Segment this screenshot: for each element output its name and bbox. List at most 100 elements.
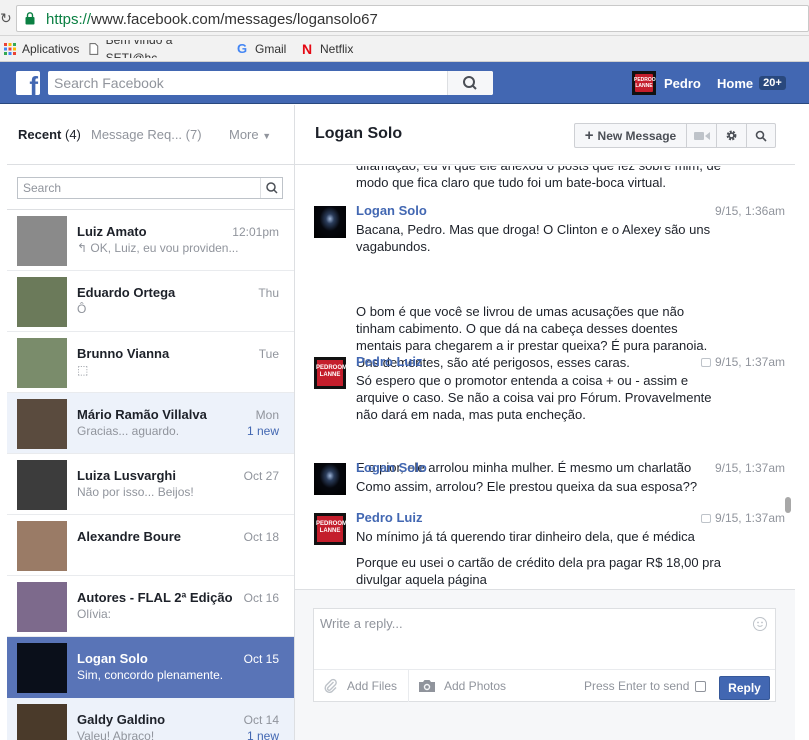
apps-grid-icon <box>4 43 16 55</box>
paperclip-icon <box>324 678 337 693</box>
facebook-search-input[interactable] <box>48 71 448 95</box>
message-sender[interactable]: Pedro Luiz <box>356 354 422 369</box>
conversation-name: Autores - FLAL 2ª Edição <box>77 590 233 605</box>
reply-input[interactable] <box>314 609 754 669</box>
search-thread-button[interactable] <box>747 124 775 147</box>
press-enter-toggle[interactable]: Press Enter to send <box>584 670 707 702</box>
conversation-row[interactable]: Alexandre Boure Oct 18 <box>7 515 294 576</box>
message-text: Como assim, arrolou? Ele prestou queixa … <box>356 479 698 494</box>
bookmark-netflix[interactable]: N Netflix <box>302 40 353 58</box>
new-message-label: New Message <box>597 128 677 143</box>
avatar[interactable] <box>314 206 346 238</box>
facebook-logo-icon[interactable]: f <box>16 71 40 95</box>
add-files-label: Add Files <box>347 679 398 693</box>
bookmark-seti[interactable]: Bem vindo a SETI@hc <box>88 40 224 58</box>
video-call-button[interactable] <box>687 124 717 147</box>
reload-icon[interactable]: ↻ <box>0 10 12 26</box>
user-name: Pedro <box>664 75 701 91</box>
avatar[interactable]: PEDROOM LANNE <box>314 513 347 545</box>
message-time: 9/15, 1:37am <box>700 355 785 369</box>
conversation-snippet: ↰ OK, Luiz, eu vou providen... <box>77 241 239 255</box>
thread-title: Logan Solo <box>315 125 403 142</box>
tab-count: (4) <box>64 127 81 142</box>
scrollbar[interactable] <box>785 497 791 513</box>
avatar <box>632 71 656 95</box>
conversation-row[interactable]: Brunno Vianna Tue ⬚ <box>7 332 294 393</box>
press-enter-checkbox[interactable] <box>695 680 707 692</box>
conversation-row[interactable]: Galdy Galdino Oct 14 Valeu! Abraço! 1 new <box>7 698 294 740</box>
conversation-search-input[interactable] <box>18 178 258 198</box>
conversation-name: Brunno Vianna <box>77 346 170 361</box>
profile-link[interactable]: Pedro <box>632 70 701 96</box>
conversation-date: Oct 16 <box>243 591 279 605</box>
search-icon <box>755 130 767 142</box>
settings-button[interactable] <box>717 124 747 147</box>
tab-label: Recent <box>18 127 62 142</box>
conversation-row[interactable]: Eduardo Ortega Thu Ô <box>7 271 294 332</box>
thread-toolbar: + New Message <box>574 123 776 148</box>
search-button[interactable] <box>260 178 282 198</box>
home-link[interactable]: Home 20+ <box>717 70 786 96</box>
conversation-name: Alexandre Boure <box>77 529 182 544</box>
thread-header: Logan Solo + New Message <box>295 105 795 165</box>
search-icon <box>463 76 477 90</box>
bookmark-label: Bem vindo a SETI@hc <box>105 40 173 58</box>
message-time: 9/15, 1:37am <box>700 511 785 525</box>
conversation-name: Luiz Amato <box>77 224 147 239</box>
bookmark-apps[interactable]: Aplicativos <box>4 40 79 58</box>
conversation-snippet: Sim, concordo plenamente. <box>77 668 224 682</box>
avatar[interactable] <box>314 463 346 495</box>
avatar[interactable]: PEDROOM LANNE <box>314 357 347 389</box>
conversation-row[interactable]: Luiz Amato 12:01pm ↰ OK, Luiz, eu vou prov… <box>7 210 294 271</box>
add-photos-button[interactable]: Add Photos <box>418 670 506 702</box>
message-sender[interactable]: Logan Solo <box>356 460 427 475</box>
page-icon <box>89 43 99 55</box>
message-thread[interactable]: difamação, eu vi que ele anexou o posts … <box>295 166 795 589</box>
add-files-button[interactable]: Add Files <box>323 670 409 702</box>
message-text: difamação, eu vi que ele anexou o posts … <box>356 166 721 190</box>
conversation-row[interactable]: Mário Ramão Villalva Mon Gracias... aguard… <box>7 393 294 454</box>
reply-area: Add Files Add Photos Press Enter to send… <box>295 589 795 740</box>
message-time: 9/15, 1:37am <box>715 461 785 475</box>
message-time-text: 9/15, 1:37am <box>714 511 785 525</box>
message-text: Bacana, Pedro. Mas que droga! O Clinton … <box>356 222 711 254</box>
tab-recent[interactable]: Recent (4) <box>18 127 81 142</box>
add-photos-label: Add Photos <box>444 679 507 693</box>
conversation-date: Oct 27 <box>243 469 279 483</box>
bookmark-label: Gmail <box>255 42 287 56</box>
facebook-search <box>48 71 493 95</box>
avatar <box>17 277 67 327</box>
conversation-row[interactable]: Autores - FLAL 2ª Edição Oct 16 Olívia: <box>7 576 294 637</box>
reply-toolbar: Add Files Add Photos Press Enter to send… <box>314 669 775 702</box>
search-button[interactable] <box>447 71 493 95</box>
message-sender[interactable]: Pedro Luiz <box>356 510 422 525</box>
conversation-row[interactable]: Logan Solo Oct 15 Sim, concordo plenamente… <box>7 637 294 698</box>
conversation-name: Mário Ramão Villalva <box>77 407 207 422</box>
new-count: 1 new <box>246 729 279 740</box>
url-field[interactable]: https://www.facebook.com/messages/logans… <box>16 5 809 32</box>
new-message-button[interactable]: + New Message <box>575 124 687 147</box>
conversation-name: Luiza Lusvarghi <box>77 468 176 483</box>
video-camera-icon <box>693 131 710 140</box>
conversation-snippet: Não por isso... Beijos! <box>77 485 194 499</box>
message-text: No mínimo já tá querendo tirar dinheiro … <box>356 529 695 544</box>
message-text: Porque eu usei o cartão de crédito dela … <box>356 555 721 587</box>
avatar <box>17 216 67 266</box>
reply-box: Add Files Add Photos Press Enter to send… <box>313 608 776 702</box>
message-sender[interactable]: Logan Solo <box>356 203 427 218</box>
google-icon: G <box>237 41 248 56</box>
reply-button[interactable]: Reply <box>719 676 770 700</box>
conversation-date: Tue <box>258 347 279 361</box>
emoji-icon[interactable] <box>753 617 767 631</box>
conversation-name: Eduardo Ortega <box>77 285 176 300</box>
conversation-name: Galdy Galdino <box>77 712 166 727</box>
bookmark-gmail[interactable]: G Gmail <box>237 40 286 58</box>
home-label: Home <box>717 75 754 91</box>
conversation-row[interactable]: Luiza Lusvarghi Oct 27 Não por isso... Bei… <box>7 454 294 515</box>
message-time-text: 9/15, 1:37am <box>714 461 785 475</box>
tab-more[interactable]: More ▼ <box>229 127 271 142</box>
search-icon <box>266 182 278 194</box>
conversation-date: Thu <box>258 286 279 300</box>
bookmarks-bar: Aplicativos Bem vindo a SETI@hc G Gmail … <box>0 36 809 62</box>
tab-message-requests[interactable]: Message Req... (7) <box>91 127 202 142</box>
